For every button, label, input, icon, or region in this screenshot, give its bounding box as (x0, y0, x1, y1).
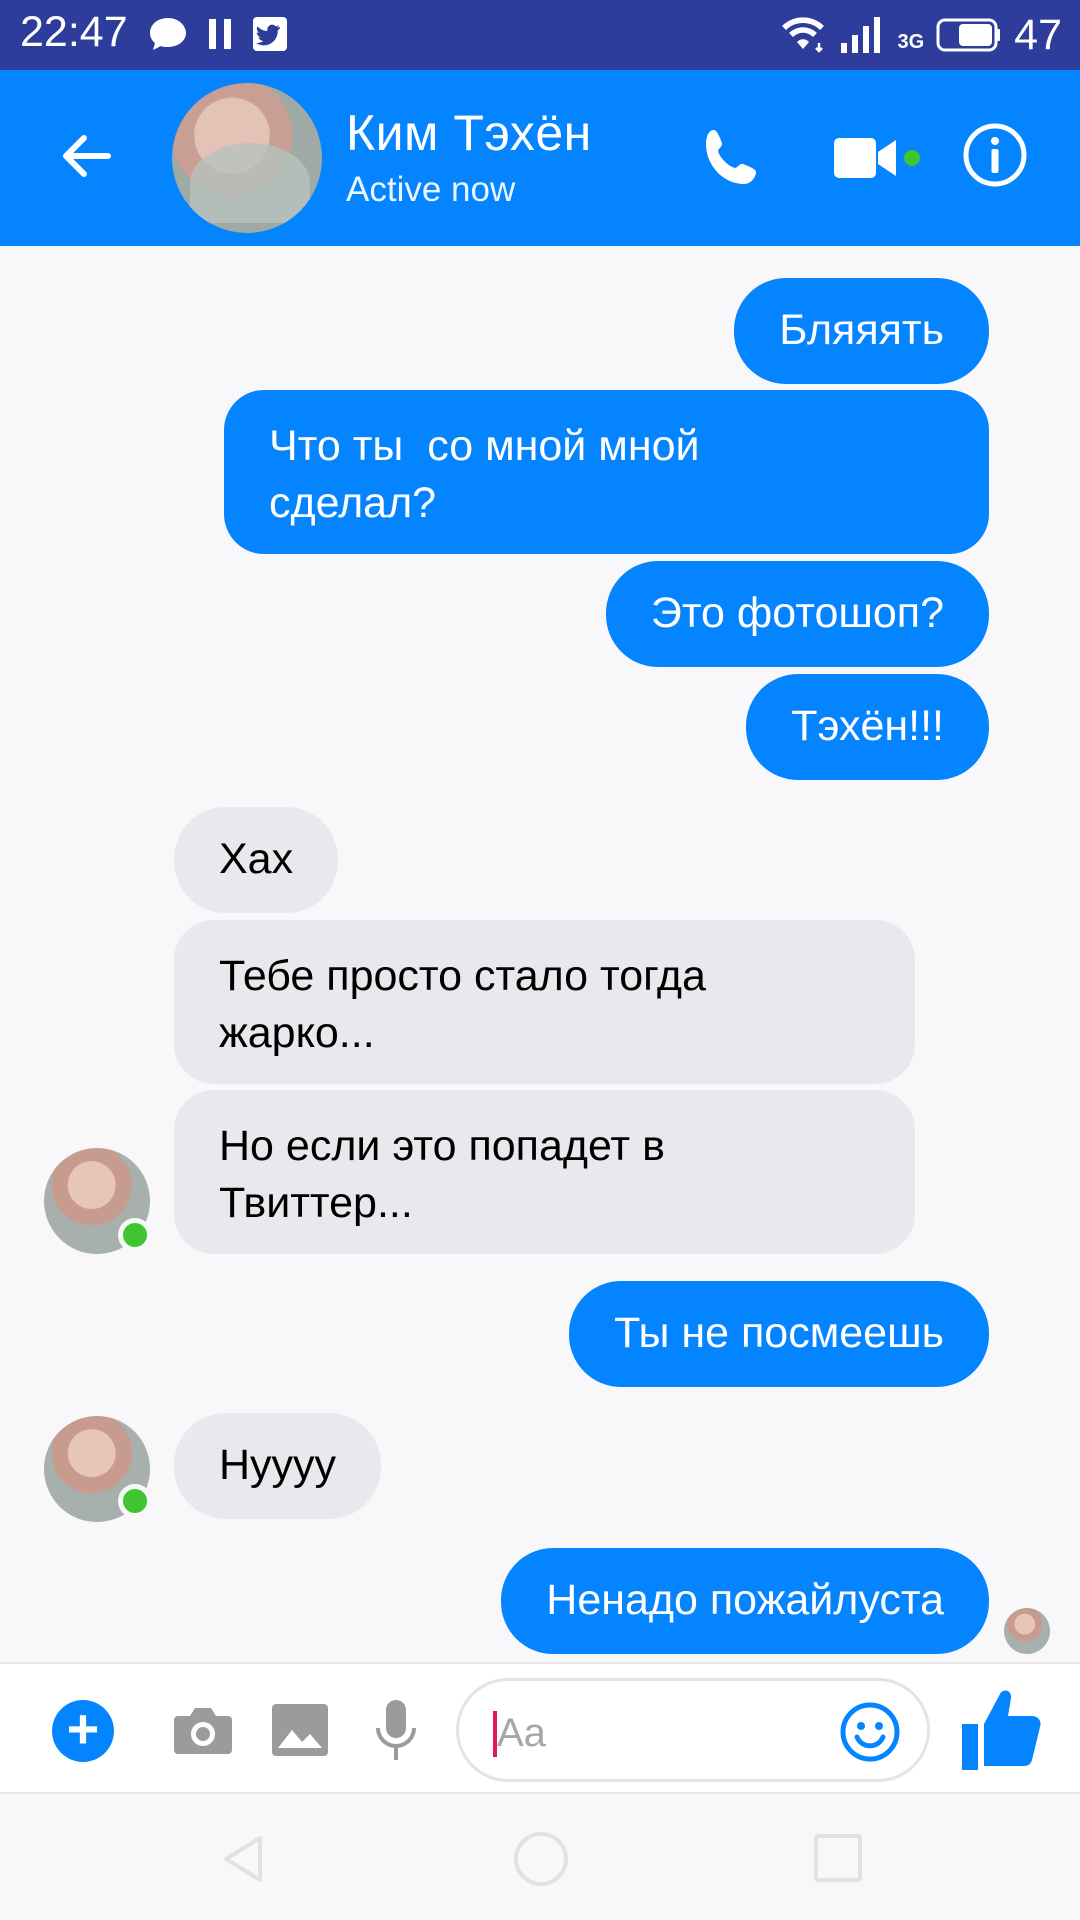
outgoing-message[interactable]: Тэхён!!! (746, 674, 989, 780)
battery-percent: 47 (1014, 10, 1062, 59)
emoji-icon[interactable] (839, 1701, 901, 1763)
system-nav-bar (0, 1794, 1080, 1920)
message-input[interactable] (497, 1701, 827, 1765)
notification-icons (148, 14, 288, 54)
nav-back-icon[interactable] (216, 1832, 270, 1886)
phone-icon[interactable] (696, 124, 766, 194)
info-icon[interactable] (962, 122, 1028, 188)
video-camera-icon[interactable] (832, 132, 898, 184)
status-bar: 22:47 3G 47 (0, 0, 1080, 70)
conversation-header: Ким Тэхён Active now (0, 70, 1080, 246)
online-indicator (118, 1218, 152, 1252)
incoming-message[interactable]: Нуууу (174, 1413, 382, 1519)
incoming-message[interactable]: Хах (174, 807, 339, 913)
plus-icon[interactable]: + (52, 1700, 114, 1762)
nav-recent-icon[interactable] (814, 1834, 862, 1882)
nav-home-icon[interactable] (514, 1832, 568, 1886)
back-arrow-icon[interactable] (54, 124, 118, 188)
signal-icon (841, 17, 881, 53)
outgoing-message[interactable]: Ненадо пожайлуста (501, 1548, 989, 1654)
outgoing-message[interactable]: Это фотошоп? (605, 561, 989, 667)
status-time: 22:47 (20, 8, 128, 56)
twitter-icon (253, 17, 287, 51)
microphone-icon[interactable] (372, 1698, 420, 1764)
contact-name[interactable]: Ким Тэхён (346, 104, 592, 162)
outgoing-message[interactable]: Что ты со мной мной сделал? (224, 390, 989, 554)
outgoing-message[interactable]: Ты не посмеешь (569, 1281, 989, 1387)
incoming-message[interactable]: Но если это попадет в Твиттер... (174, 1090, 915, 1254)
incoming-message[interactable]: Тебе просто стало тогда жарко... (174, 920, 915, 1084)
message-icon (150, 18, 186, 50)
contact-avatar[interactable] (172, 83, 322, 233)
status-right: 3G 47 (779, 8, 1062, 62)
pause-icon (209, 19, 231, 49)
online-indicator (904, 150, 920, 166)
image-icon[interactable] (270, 1702, 330, 1758)
message-composer: + (0, 1662, 1080, 1794)
online-indicator (118, 1484, 152, 1518)
thumbs-up-icon[interactable] (960, 1684, 1046, 1774)
camera-icon[interactable] (172, 1702, 234, 1758)
message-input-field[interactable] (456, 1678, 930, 1782)
battery-icon (936, 18, 1001, 52)
network-type-label: 3G (897, 30, 925, 53)
contact-status: Active now (346, 170, 516, 209)
seen-receipt-avatar (1004, 1608, 1050, 1654)
wifi-icon (782, 17, 825, 53)
outgoing-message[interactable]: Бляяять (734, 278, 989, 384)
